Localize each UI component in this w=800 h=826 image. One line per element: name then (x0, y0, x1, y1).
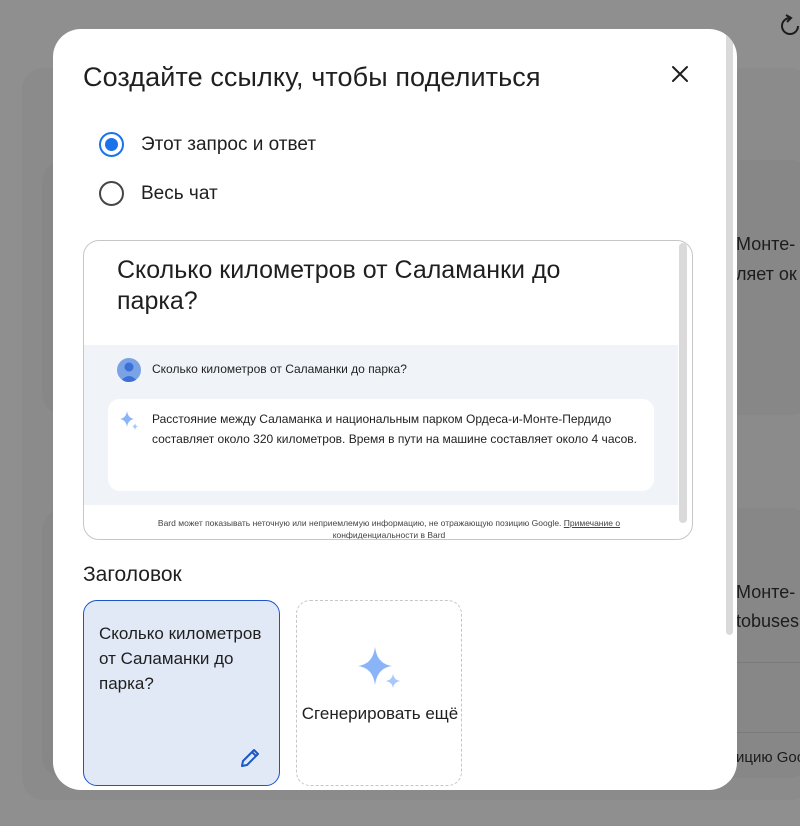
background-text: ляет ок (736, 264, 797, 284)
share-preview: Сколько километров от Саламанки до парка… (83, 240, 693, 540)
pencil-icon[interactable] (239, 747, 261, 769)
background-text: ицию Goo (736, 749, 800, 766)
heading-section-label: Заголовок (83, 563, 182, 586)
option-whole-chat[interactable]: Весь чат (99, 181, 218, 206)
background-text: tobuses (736, 611, 800, 631)
dialog-scrollbar[interactable] (726, 31, 733, 635)
disclaimer-text: Bard может показывать неточную или непри… (157, 518, 562, 528)
selected-title-card[interactable]: Сколько километров от Саламанки до парка… (83, 600, 280, 786)
refresh-icon (781, 14, 799, 35)
background-text: Монте- (736, 234, 796, 254)
preview-conversation: Сколько километров от Саламанки до парка… (84, 345, 678, 505)
preview-title: Сколько километров от Саламанки до парка… (117, 256, 561, 315)
avatar (117, 358, 141, 382)
close-icon (672, 66, 688, 82)
sparkle-icon (358, 647, 400, 688)
sparkle-icon (120, 411, 138, 430)
selected-title-text: Сколько километров от Саламанки до парка… (99, 624, 262, 693)
background-text: Монте- (736, 582, 796, 602)
background-divider (736, 662, 800, 663)
answer-text: Расстояние между Саламанка и национальны… (152, 412, 638, 446)
close-button[interactable] (665, 59, 695, 89)
user-question: Сколько километров от Саламанки до парка… (152, 362, 407, 376)
radio-checked-icon[interactable] (99, 132, 124, 157)
share-link-dialog: Создайте ссылку, чтобы поделиться Этот з… (53, 29, 737, 790)
background-divider (736, 732, 800, 733)
disclaimer: Bard может показывать неточную или непри… (84, 517, 692, 539)
option-label: Этот запрос и ответ (141, 133, 317, 155)
generate-more-label: Сгенерировать ещё (301, 704, 459, 723)
radio-unchecked-icon[interactable] (99, 181, 124, 206)
generate-more-button[interactable]: Сгенерировать ещё (296, 600, 462, 786)
dialog-title: Создайте ссылку, чтобы поделиться (83, 62, 541, 92)
option-this-prompt[interactable]: Этот запрос и ответ (99, 132, 316, 157)
answer-card: Расстояние между Саламанка и национальны… (108, 399, 654, 491)
option-label: Весь чат (141, 182, 218, 204)
preview-scrollbar[interactable] (679, 243, 687, 523)
